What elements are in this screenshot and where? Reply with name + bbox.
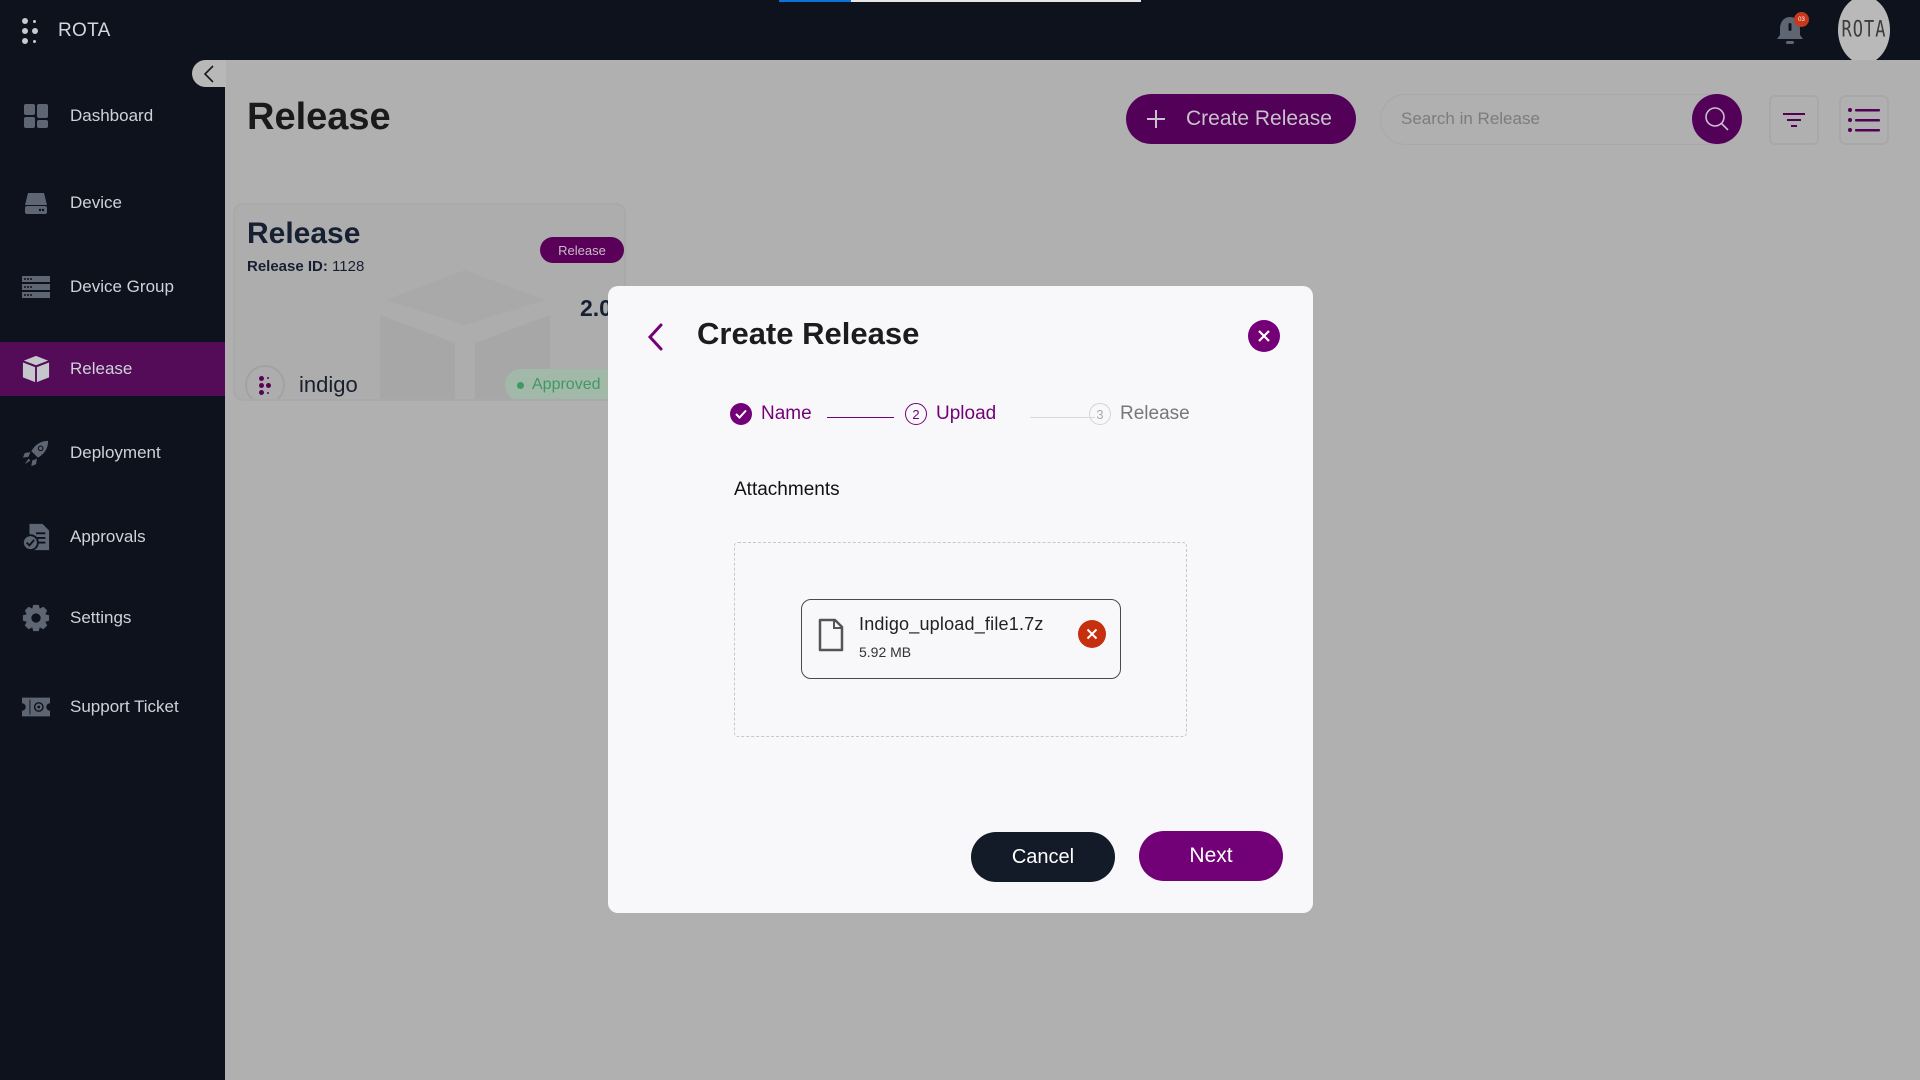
user-avatar[interactable]: ROTA — [1838, 0, 1890, 64]
rota-logo-icon — [22, 16, 40, 46]
status-label: Approved — [532, 376, 601, 393]
app-name: ROTA — [58, 20, 111, 41]
brand[interactable]: ROTA — [22, 16, 111, 46]
sidebar-item-approvals[interactable]: Approvals — [0, 510, 225, 564]
stepper: Name 2 Upload 3 Release — [730, 403, 1210, 433]
step-name: Name — [730, 403, 812, 425]
close-icon — [1086, 628, 1098, 640]
file-dropzone[interactable]: Indigo_upload_file1.7z 5.92 MB — [734, 542, 1187, 737]
sidebar-item-label: Device Group — [70, 277, 174, 296]
file-icon — [818, 618, 844, 652]
step-connector — [1030, 417, 1095, 418]
sidebar-item-label: Settings — [70, 608, 132, 627]
back-button[interactable] — [644, 320, 668, 354]
release-id-value: 1128 — [332, 258, 365, 275]
release-id-label: Release ID: — [247, 258, 328, 275]
sidebar-item-deployment[interactable]: Deployment — [0, 426, 225, 480]
gear-icon — [22, 604, 50, 632]
sidebar-item-device[interactable]: Device — [0, 176, 225, 230]
release-id: Release ID: 1128 — [247, 258, 364, 275]
device-icon — [22, 189, 50, 217]
release-type-badge: Release — [540, 237, 624, 263]
step-label: Release — [1120, 403, 1190, 424]
step-label: Upload — [936, 403, 997, 424]
step-label: Name — [761, 403, 812, 424]
sidebar-item-dashboard[interactable]: Dashboard — [0, 89, 225, 143]
rocket-icon — [22, 439, 50, 467]
step-completed-check-icon — [730, 403, 752, 425]
ticket-icon — [22, 693, 50, 721]
modal-title: Create Release — [697, 316, 920, 351]
sidebar-item-label: Approvals — [70, 527, 146, 546]
card-title: Release — [247, 217, 361, 250]
sidebar-item-settings[interactable]: Settings — [0, 591, 225, 645]
release-card[interactable]: Release Release ID: 1128 Release 2.0 ind… — [233, 203, 626, 401]
sidebar-item-label: Deployment — [70, 443, 161, 462]
create-release-button[interactable]: Create Release — [1126, 94, 1356, 144]
notification-count-badge: 03 — [1794, 12, 1809, 27]
dashboard-icon — [22, 102, 50, 130]
sidebar-item-label: Dashboard — [70, 106, 154, 125]
step-number: 3 — [1089, 403, 1111, 425]
file-name: Indigo_upload_file1.7z — [859, 614, 1044, 634]
create-release-modal: Create Release Name 2 Upload 3 Release A… — [608, 286, 1313, 913]
close-button[interactable] — [1248, 320, 1280, 352]
status-dot-icon — [517, 381, 524, 389]
sidebar-nav: Dashboard Device Device Group Release De… — [0, 60, 225, 1080]
sidebar-item-release[interactable]: Release — [0, 342, 225, 396]
list-view-icon — [1848, 108, 1880, 132]
chevron-left-icon — [203, 64, 214, 83]
top-bar: ROTA 03 ROTA — [0, 0, 1920, 64]
step-release: 3 Release — [1089, 403, 1190, 425]
step-connector — [827, 417, 894, 418]
device-group-icon — [22, 273, 50, 301]
organization-name: indigo — [299, 372, 358, 397]
close-icon — [1258, 330, 1270, 342]
search-icon — [1705, 107, 1729, 131]
sidebar-item-device-group[interactable]: Device Group — [0, 260, 225, 314]
loading-progress-bar — [779, 0, 1141, 2]
step-number: 2 — [905, 403, 927, 425]
sidebar-item-label: Device — [70, 193, 122, 212]
uploaded-file-item: Indigo_upload_file1.7z 5.92 MB — [801, 599, 1121, 679]
loading-progress-fill — [779, 0, 852, 2]
release-box-icon — [22, 355, 50, 383]
list-view-button[interactable] — [1839, 95, 1889, 145]
plus-icon — [1147, 110, 1165, 128]
organization-logo-icon — [245, 365, 285, 399]
search-button[interactable] — [1692, 94, 1742, 144]
remove-file-button[interactable] — [1078, 620, 1106, 648]
approvals-document-icon — [22, 523, 50, 551]
sidebar-collapse-button[interactable] — [192, 60, 226, 87]
search-input[interactable] — [1401, 109, 1661, 129]
search-box — [1380, 94, 1742, 145]
page-title: Release — [247, 96, 391, 138]
cancel-button[interactable]: Cancel — [971, 832, 1115, 882]
filter-button[interactable] — [1769, 95, 1819, 145]
create-release-label: Create Release — [1186, 107, 1332, 130]
step-upload: 2 Upload — [905, 403, 996, 425]
attachments-label: Attachments — [734, 479, 840, 500]
file-size: 5.92 MB — [859, 644, 912, 660]
sidebar-item-label: Support Ticket — [70, 697, 179, 716]
next-button[interactable]: Next — [1139, 831, 1283, 881]
sidebar-item-label: Release — [70, 359, 133, 378]
sidebar-item-support-ticket[interactable]: Support Ticket — [0, 680, 225, 734]
filter-icon — [1783, 113, 1805, 127]
organization: indigo — [245, 365, 358, 399]
